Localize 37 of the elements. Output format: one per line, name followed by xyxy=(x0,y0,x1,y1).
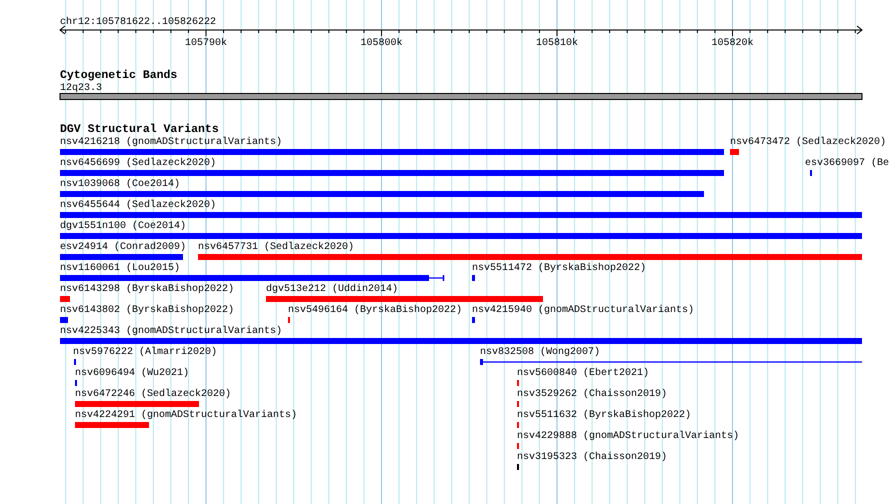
variant-label: nsv3529262 (Chaisson2019) xyxy=(517,389,668,400)
variant-label: dgv513e212 (Uddin2014) xyxy=(266,284,398,295)
variant-label: nsv6473472 (Sedlazeck2020) xyxy=(730,137,886,148)
variant-label: nsv6096494 (Wu2021) xyxy=(75,368,190,379)
variant-bar[interactable] xyxy=(60,275,444,281)
variant-label: nsv6143802 (ByrskaBishop2022) xyxy=(60,305,234,316)
variant-label: nsv4216218 (gnomADStructuralVariants) xyxy=(60,137,282,148)
variant-label: nsv5976222 (Almarri2020) xyxy=(73,347,218,358)
tick-label: 105800k xyxy=(360,38,402,49)
variant-label: nsv4215940 (gnomADStructuralVariants) xyxy=(472,305,694,316)
variant-label: nsv6457731 (Sedlazeck2020) xyxy=(198,242,354,253)
variant-label: nsv5496164 (ByrskaBishop2022) xyxy=(288,305,462,316)
variant-label: nsv6456699 (Sedlazeck2020) xyxy=(60,158,216,169)
variant-label: nsv1160061 (Lou2015) xyxy=(60,263,180,274)
variant-label: nsv1039068 (Coe2014) xyxy=(60,179,180,190)
variant-label: nsv832508 (Wong2007) xyxy=(480,347,600,358)
tick-label: 105820k xyxy=(712,38,754,49)
variant-label: nsv5511632 (ByrskaBishop2022) xyxy=(517,410,692,421)
variant-bar[interactable] xyxy=(480,359,862,365)
variant-label: esv3669097 (Be xyxy=(805,158,890,169)
variant-label: nsv5511472 (ByrskaBishop2022) xyxy=(472,263,646,274)
band-label: 12q23.3 xyxy=(60,83,102,94)
track-title: DGV Structural Variants xyxy=(60,123,219,136)
track-title: Cytogenetic Bands xyxy=(60,69,178,82)
variant-label: nsv6143298 (ByrskaBishop2022) xyxy=(60,284,234,295)
variant-label: nsv6455644 (Sedlazeck2020) xyxy=(60,200,216,211)
variant-label: nsv4224291 (gnomADStructuralVariants) xyxy=(75,410,298,421)
location-text: chr12:105781622..105826222 xyxy=(60,17,216,28)
variant-label: nsv3195323 (Chaisson2019) xyxy=(517,452,668,463)
variant-label: nsv5600840 (Ebert2021) xyxy=(517,368,650,379)
variant-label: esv24914 (Conrad2009) xyxy=(60,242,186,253)
variant-label: nsv6472246 (Sedlazeck2020) xyxy=(75,389,232,400)
variant-label: dgv1551n100 (Coe2014) xyxy=(60,221,186,232)
tick-label: 105810k xyxy=(536,38,578,49)
variant-label: nsv4225343 (gnomADStructuralVariants) xyxy=(60,326,282,337)
tick-label: 105790k xyxy=(185,38,227,49)
variant-label: nsv4229888 (gnomADStructuralVariants) xyxy=(517,431,740,442)
